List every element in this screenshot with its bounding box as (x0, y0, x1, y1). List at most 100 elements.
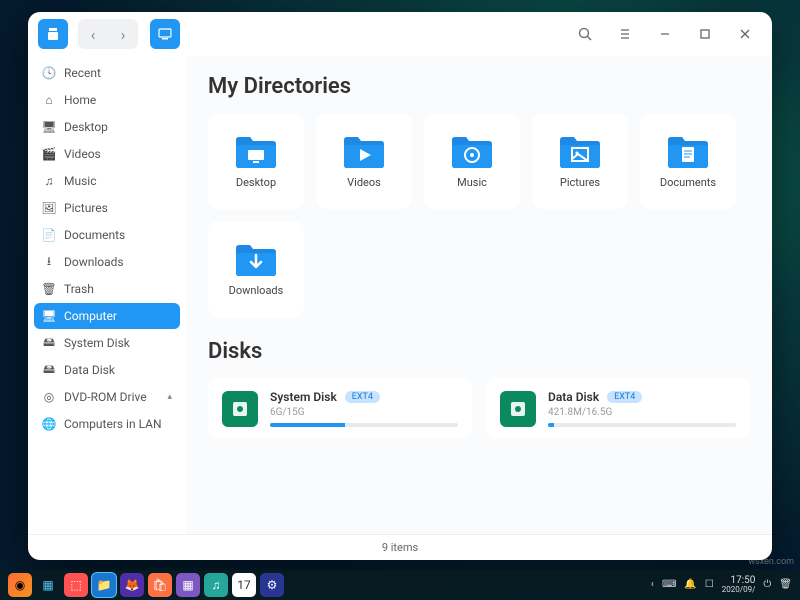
disk-icon (500, 391, 536, 427)
maximize-button[interactable] (688, 19, 722, 49)
launcher-icon[interactable]: ◉ (8, 573, 32, 597)
sidebar-icon: ⌂ (42, 93, 56, 107)
directories-heading: My Directories (208, 74, 750, 99)
sidebar-icon: ♫ (42, 174, 56, 188)
app-icon[interactable] (38, 19, 68, 49)
titlebar: ‹ › (28, 12, 772, 56)
tray-desktop-icon[interactable]: ☐ (705, 579, 714, 590)
folder-icon (234, 134, 278, 170)
folder-icon (234, 242, 278, 278)
sidebar-item-videos[interactable]: 🎬 Videos (34, 141, 180, 167)
sidebar-item-data-disk[interactable]: 🖴Data Disk (34, 357, 180, 383)
sidebar-item-music[interactable]: ♫ Music (34, 168, 180, 194)
disks-row: System DiskEXT46G/15G Data Disk EXT4 421.8M… (208, 378, 750, 439)
tray-trash-icon[interactable]: 🗑 (779, 579, 792, 590)
sidebar-icon: 🗑 (42, 282, 56, 296)
file-manager-window: ‹ › 🕓 Recent ⌂ Home 🖥 Desktop 🎬 Videos ♫ Music 🖼Pi… (28, 12, 772, 560)
disk-icon (222, 391, 258, 427)
sidebar-item-recent[interactable]: 🕓 Recent (34, 60, 180, 86)
content-area: My Directories Desktop Videos Music Picture… (186, 56, 772, 534)
taskbar-firefox-icon[interactable]: 🦊 (120, 573, 144, 597)
sidebar-label: DVD-ROM Drive (64, 390, 147, 404)
sidebar-item-documents[interactable]: 📄Documents (34, 222, 180, 248)
sidebar-item-home[interactable]: ⌂ Home (34, 87, 180, 113)
sidebar-item-computers-in-lan[interactable]: 🌐 Computers in LAN (34, 411, 180, 437)
disk-data-disk[interactable]: Data Disk EXT4 421.8M/16.5G (486, 378, 750, 439)
clock[interactable]: 17:50 2020/09/ (722, 575, 756, 595)
taskbar-workspace-icon[interactable]: ▦ (36, 573, 60, 597)
sidebar-icon: ◎ (42, 390, 56, 404)
sidebar-icon: 🖴 (42, 363, 56, 377)
sidebar-label: Recent (64, 66, 101, 80)
disk-bar (548, 423, 736, 427)
taskbar-calendar-icon[interactable]: 17 (232, 573, 256, 597)
sidebar-icon: 🎬 (42, 147, 56, 161)
sidebar-icon: 🖥 (42, 120, 56, 134)
directories-grid: Desktop Videos Music Pictures Documents Downl… (208, 113, 750, 317)
sidebar-label: Desktop (64, 120, 108, 134)
nav-group: ‹ › (78, 19, 138, 49)
forward-button[interactable]: › (108, 19, 138, 49)
tray-chevron-icon[interactable]: ‹ (651, 579, 654, 590)
taskbar-settings-icon[interactable]: ⚙ (260, 573, 284, 597)
folder-downloads[interactable]: Downloads (208, 221, 304, 317)
sidebar-label: Trash (64, 282, 94, 296)
sidebar-icon: ⭳ (42, 255, 56, 269)
folder-documents[interactable]: Documents (640, 113, 736, 209)
taskbar-filemanager-icon[interactable]: 📁 (92, 573, 116, 597)
disk-fs-badge: EXT4 (345, 391, 380, 403)
sidebar: 🕓 Recent ⌂ Home 🖥 Desktop 🎬 Videos ♫ Music 🖼Pictur… (28, 56, 186, 534)
sidebar-label: Home (64, 93, 96, 107)
folder-label: Desktop (236, 176, 276, 189)
folder-label: Music (457, 176, 487, 189)
sidebar-item-computer[interactable]: 🖥Computer (34, 303, 180, 329)
folder-icon (666, 134, 710, 170)
taskbar: ◉ ▦ ⬚ 📁 🦊 🛍 ▦ ♫ 17 ⚙ ‹ ⌨ 🔔 ☐ 17:50 2020/… (0, 570, 800, 600)
sidebar-item-desktop[interactable]: 🖥 Desktop (34, 114, 180, 140)
sidebar-label: Videos (64, 147, 101, 161)
disk-name: Data Disk (548, 390, 599, 404)
taskbar-music-icon[interactable]: ♫ (204, 573, 228, 597)
disk-fs-badge: EXT4 (607, 391, 642, 403)
folder-label: Documents (660, 176, 716, 189)
folder-videos[interactable]: Videos (316, 113, 412, 209)
sidebar-item-downloads[interactable]: ⭳Downloads (34, 249, 180, 275)
status-text: 9 items (382, 541, 418, 554)
taskbar-store-icon[interactable]: 🛍 (148, 573, 172, 597)
folder-icon (558, 134, 602, 170)
close-button[interactable] (728, 19, 762, 49)
sidebar-label: System Disk (64, 336, 130, 350)
folder-music[interactable]: Music (424, 113, 520, 209)
minimize-button[interactable] (648, 19, 682, 49)
menu-icon[interactable] (608, 19, 642, 49)
sidebar-item-dvd-rom-drive[interactable]: ◎ DVD-ROM Drive ▴ (34, 384, 180, 410)
taskbar-app5-icon[interactable]: ▦ (176, 573, 200, 597)
disk-usage: 421.8M/16.5G (548, 407, 736, 418)
folder-desktop[interactable]: Desktop (208, 113, 304, 209)
sidebar-label: Music (64, 174, 96, 188)
sidebar-item-system-disk[interactable]: 🖴 System Disk (34, 330, 180, 356)
sidebar-label: Pictures (64, 201, 108, 215)
sidebar-icon: 🕓 (42, 66, 56, 80)
sidebar-item-trash[interactable]: 🗑 Trash (34, 276, 180, 302)
sidebar-icon: 🖴 (42, 336, 56, 350)
tray-keyboard-icon[interactable]: ⌨ (662, 579, 676, 590)
taskbar-app1-icon[interactable]: ⬚ (64, 573, 88, 597)
tray-power-icon[interactable]: ⏻ (763, 579, 771, 590)
sidebar-icon: 🌐 (42, 417, 56, 431)
chevron-icon: ▴ (167, 392, 172, 402)
back-button[interactable]: ‹ (78, 19, 108, 49)
tray-notification-icon[interactable]: 🔔 (684, 579, 696, 590)
status-bar: 9 items (28, 534, 772, 560)
clock-date: 2020/09/ (722, 586, 756, 595)
folder-icon (342, 134, 386, 170)
disk-system-disk[interactable]: System DiskEXT46G/15G (208, 378, 472, 439)
search-icon[interactable] (568, 19, 602, 49)
sidebar-label: Computers in LAN (64, 417, 162, 431)
watermark: wsxen.com (748, 557, 794, 567)
location-computer-button[interactable] (150, 19, 180, 49)
folder-icon (450, 134, 494, 170)
system-tray: ‹ ⌨ 🔔 ☐ 17:50 2020/09/ ⏻ 🗑 (651, 575, 792, 595)
folder-pictures[interactable]: Pictures (532, 113, 628, 209)
sidebar-item-pictures[interactable]: 🖼Pictures (34, 195, 180, 221)
